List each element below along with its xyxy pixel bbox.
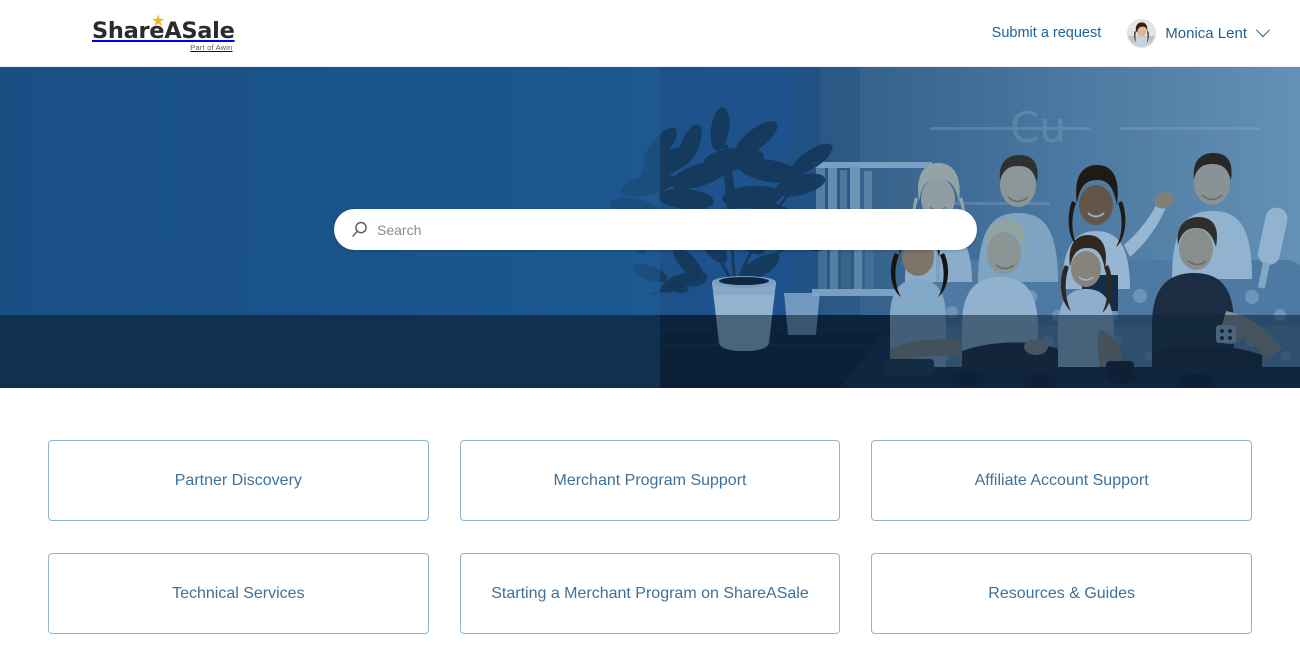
avatar <box>1127 18 1157 48</box>
card-label: Partner Discovery <box>174 472 302 489</box>
category-card-starting-a-merchant-program[interactable]: Starting a Merchant Program on ShareASal… <box>459 553 841 634</box>
category-card-resources-and-guides[interactable]: Resources & Guides <box>871 553 1252 634</box>
category-card-merchant-program-support[interactable]: Merchant Program Support <box>459 440 841 521</box>
search-icon <box>351 221 368 238</box>
search-box[interactable] <box>334 209 977 250</box>
star-icon: ★ <box>151 13 166 30</box>
shareasale-logo[interactable]: ★ ShareASale Part of Awin <box>92 13 235 53</box>
card-label: Resources & Guides <box>988 585 1136 602</box>
card-label: Technical Services <box>172 585 305 602</box>
chevron-down-icon[interactable] <box>1255 23 1271 38</box>
site-header: ★ ShareASale Part of Awin Submit a reque… <box>0 0 1300 67</box>
category-card-affiliate-account-support[interactable]: Affiliate Account Support <box>871 440 1252 521</box>
card-label: Merchant Program Support <box>553 472 747 489</box>
header-nav: Submit a request Monica Lent <box>992 18 1271 48</box>
category-card-grid: Partner Discovery Merchant Program Suppo… <box>0 388 1300 634</box>
category-card-technical-services[interactable]: Technical Services <box>48 553 429 634</box>
search-bar <box>334 209 977 250</box>
card-label: Affiliate Account Support <box>974 472 1149 489</box>
logo-tagline: Part of Awin <box>190 43 233 52</box>
search-input[interactable] <box>377 209 941 250</box>
user-menu[interactable]: Monica Lent <box>1127 18 1271 48</box>
hero-banner: Cu <box>0 67 1300 388</box>
category-card-partner-discovery[interactable]: Partner Discovery <box>48 440 429 521</box>
user-name: Monica Lent <box>1165 24 1247 42</box>
card-label: Starting a Merchant Program on ShareASal… <box>491 585 809 602</box>
submit-request-link[interactable]: Submit a request <box>992 25 1102 41</box>
